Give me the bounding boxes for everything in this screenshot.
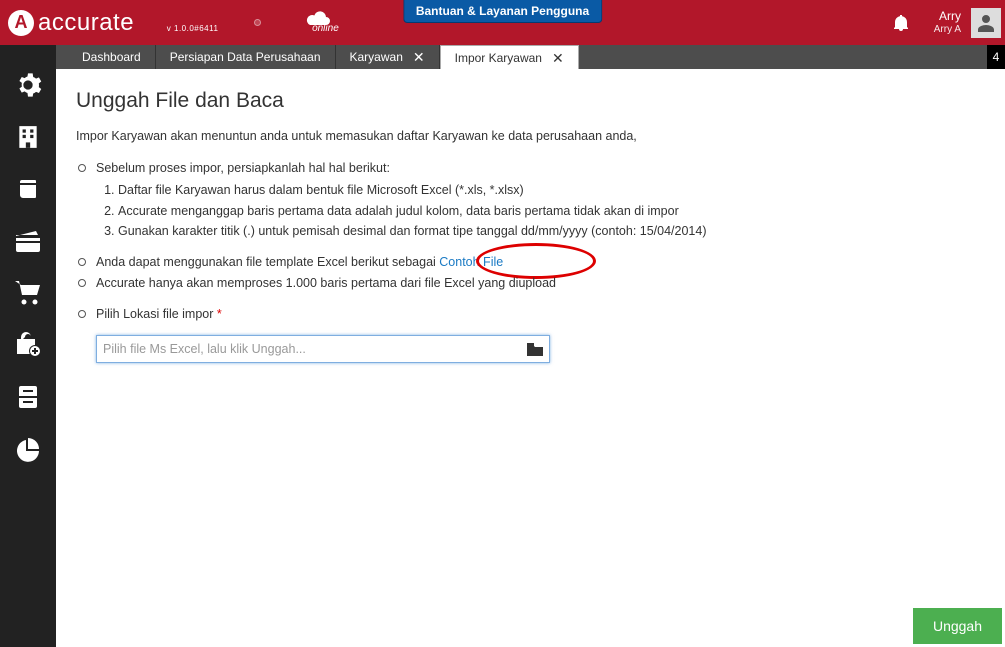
content-area: Dashboard Persiapan Data Perusahaan Kary… xyxy=(56,45,1005,647)
file-field-label: Pilih Lokasi file impor xyxy=(96,307,217,321)
pie-chart-icon xyxy=(15,436,41,462)
list-item: Accurate hanya akan memproses 1.000 bari… xyxy=(76,274,985,293)
tab-persiapan[interactable]: Persiapan Data Perusahaan xyxy=(156,45,336,69)
user-sub: Arry A xyxy=(934,24,961,36)
sidebar-item-book[interactable] xyxy=(0,163,56,215)
top-bar: A accurate online v 1.0.0#6411 Bantuan &… xyxy=(0,0,1005,45)
archive-icon xyxy=(16,384,40,410)
tab-dashboard[interactable]: Dashboard xyxy=(68,45,156,69)
notifications-button[interactable] xyxy=(876,0,926,45)
list-item: Gunakan karakter titik (.) untuk pemisah… xyxy=(118,222,985,241)
sidebar-item-company[interactable] xyxy=(0,111,56,163)
sidebar-item-wallet[interactable] xyxy=(0,215,56,267)
wallet-icon xyxy=(14,230,42,252)
list-item: Daftar file Karyawan harus dalam bentuk … xyxy=(118,181,985,200)
sidebar-item-reports[interactable] xyxy=(0,423,56,475)
page-title: Unggah File dan Baca xyxy=(76,89,985,113)
help-button[interactable]: Bantuan & Layanan Pengguna xyxy=(403,0,602,23)
tab-label: Karyawan xyxy=(350,45,403,69)
avatar[interactable] xyxy=(971,8,1001,38)
brand-name: accurate xyxy=(38,9,134,37)
logo-icon: A xyxy=(8,10,34,36)
book-icon xyxy=(16,177,40,201)
prep-intro: Sebelum proses impor, persiapkanlah hal … xyxy=(96,161,390,175)
user-block[interactable]: Arry Arry A xyxy=(926,10,969,35)
sidebar-item-settings[interactable] xyxy=(0,59,56,111)
page-body: Unggah File dan Baca Impor Karyawan akan… xyxy=(56,69,1005,647)
bag-plus-icon xyxy=(15,332,41,358)
tab-counter[interactable]: 4 xyxy=(987,45,1005,69)
brand-edition: online xyxy=(312,23,339,34)
file-input-placeholder: Pilih file Ms Excel, lalu klik Unggah... xyxy=(103,342,306,356)
status-dot-icon xyxy=(254,19,261,26)
sidebar xyxy=(0,45,56,647)
tab-label: Impor Karyawan xyxy=(455,46,542,70)
file-input[interactable]: Pilih file Ms Excel, lalu klik Unggah... xyxy=(96,335,550,363)
top-right: Arry Arry A xyxy=(876,0,1005,45)
tab-label: Dashboard xyxy=(82,45,141,69)
close-icon[interactable]: ✕ xyxy=(552,46,564,70)
brand-version: v 1.0.0#6411 xyxy=(167,24,219,33)
list-item: Pilih Lokasi file impor * xyxy=(76,305,985,324)
template-pre-text: Anda dapat menggunakan file template Exc… xyxy=(96,255,439,269)
close-icon[interactable]: ✕ xyxy=(413,45,425,69)
gear-icon xyxy=(14,71,42,99)
logo-area: A accurate online v 1.0.0#6411 xyxy=(0,0,224,45)
sidebar-item-cart[interactable] xyxy=(0,267,56,319)
list-item: Accurate menganggap baris pertama data a… xyxy=(118,202,985,221)
sidebar-item-archive[interactable] xyxy=(0,371,56,423)
list-item: Sebelum proses impor, persiapkanlah hal … xyxy=(76,159,985,241)
cart-icon xyxy=(14,280,42,306)
contoh-file-link[interactable]: Contoh File xyxy=(439,255,503,269)
tab-bar: Dashboard Persiapan Data Perusahaan Kary… xyxy=(56,45,1005,69)
person-icon xyxy=(976,13,996,33)
bell-icon xyxy=(894,15,908,31)
tab-karyawan[interactable]: Karyawan ✕ xyxy=(336,45,440,69)
tab-label: Persiapan Data Perusahaan xyxy=(170,45,321,69)
user-name: Arry xyxy=(934,10,961,24)
sidebar-item-shopping[interactable] xyxy=(0,319,56,371)
folder-icon[interactable] xyxy=(527,343,543,356)
tab-impor-karyawan[interactable]: Impor Karyawan ✕ xyxy=(440,45,579,69)
list-item: Anda dapat menggunakan file template Exc… xyxy=(76,253,985,272)
page-subtitle: Impor Karyawan akan menuntun anda untuk … xyxy=(76,129,985,143)
required-mark: * xyxy=(217,307,222,321)
building-icon xyxy=(15,124,41,150)
unggah-button[interactable]: Unggah xyxy=(913,608,1002,644)
